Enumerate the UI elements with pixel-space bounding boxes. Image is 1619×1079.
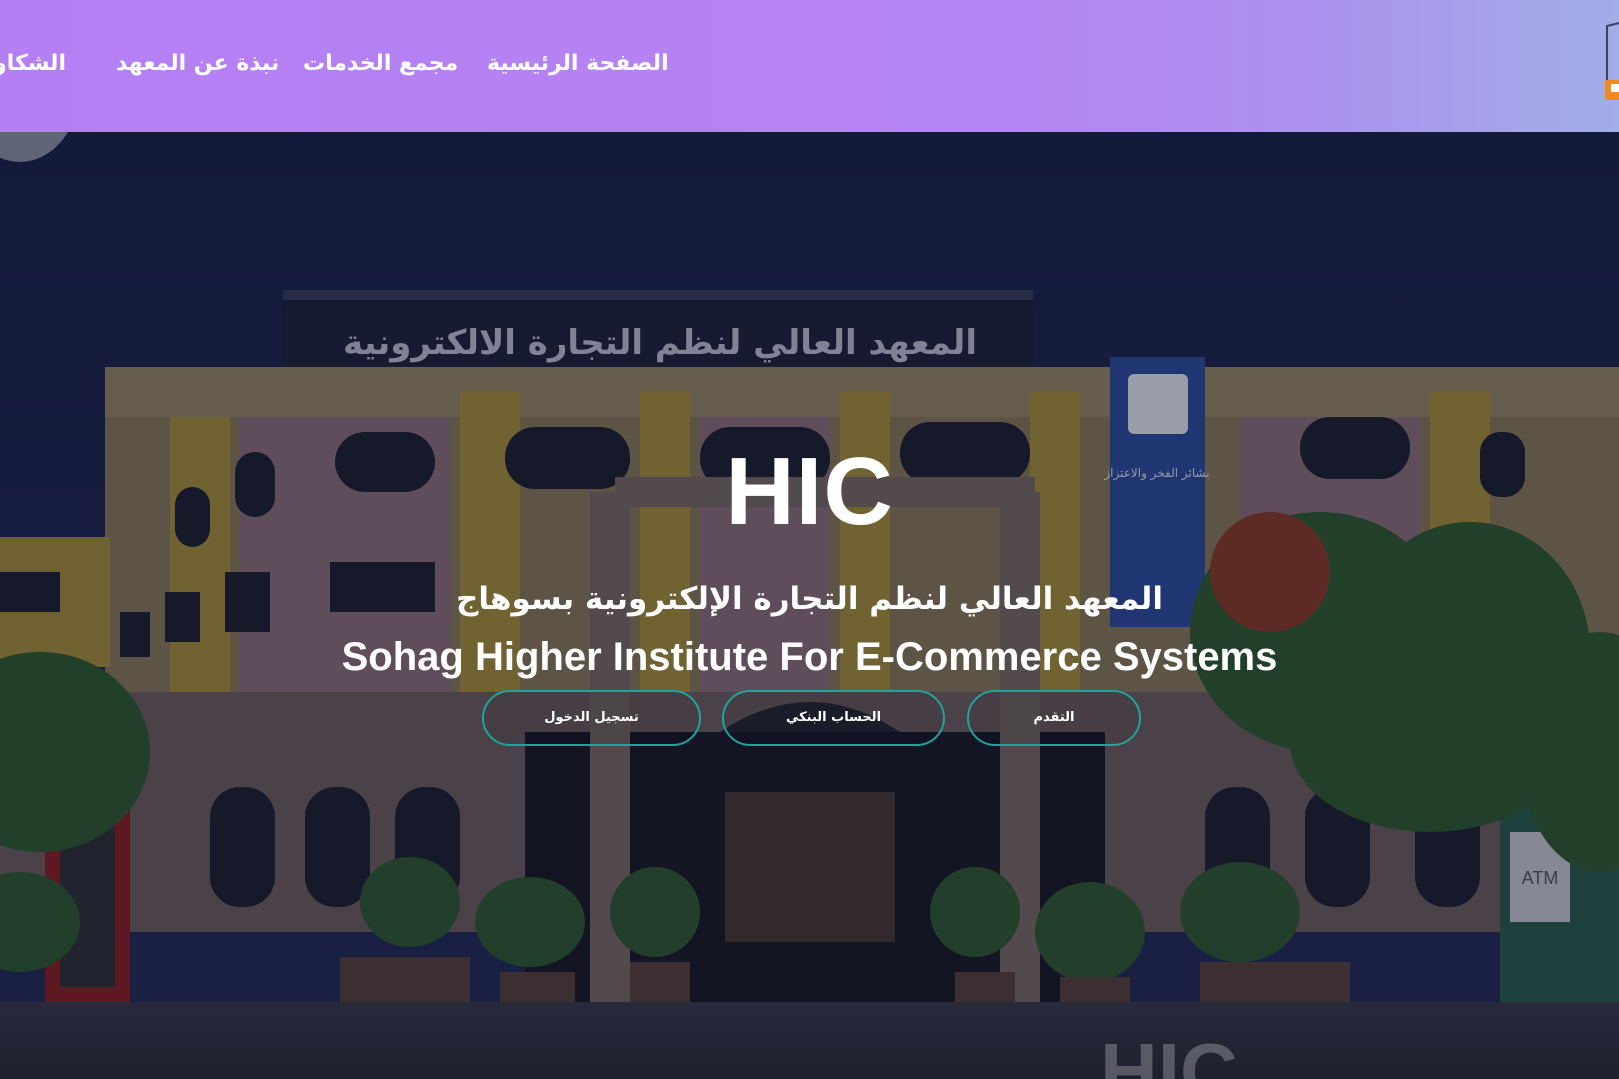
hero-subtitle-arabic: المعهد العالي لنظم التجارة الإلكترونية ب…	[456, 581, 1163, 617]
institute-logo[interactable]	[1601, 18, 1619, 108]
nav-item-services[interactable]: مجمع الخدمات	[303, 44, 458, 84]
login-button[interactable]: تسجيل الدخول	[482, 690, 701, 746]
hero-section: المعهد العالي لنظم التجارة الالكترونية ب…	[0, 132, 1619, 1079]
page: الصفحة الرئيسية مجمع الخدمات نبذة عن الم…	[0, 0, 1619, 1079]
hero-watermark: HIC	[1100, 1027, 1238, 1079]
nav-item-about[interactable]: نبذة عن المعهد	[116, 44, 279, 84]
nav-item-home[interactable]: الصفحة الرئيسية	[487, 44, 669, 84]
hero-title: HIC	[725, 438, 894, 545]
hero-subtitle-english: Sohag Higher Institute For E-Commerce Sy…	[341, 635, 1278, 679]
nav-item-complaints[interactable]: الشكاوى	[0, 44, 66, 84]
top-navbar: الصفحة الرئيسية مجمع الخدمات نبذة عن الم…	[0, 0, 1619, 132]
bank-account-button[interactable]: الحساب البنكي	[722, 690, 945, 746]
apply-button[interactable]: التقدم	[967, 690, 1141, 746]
